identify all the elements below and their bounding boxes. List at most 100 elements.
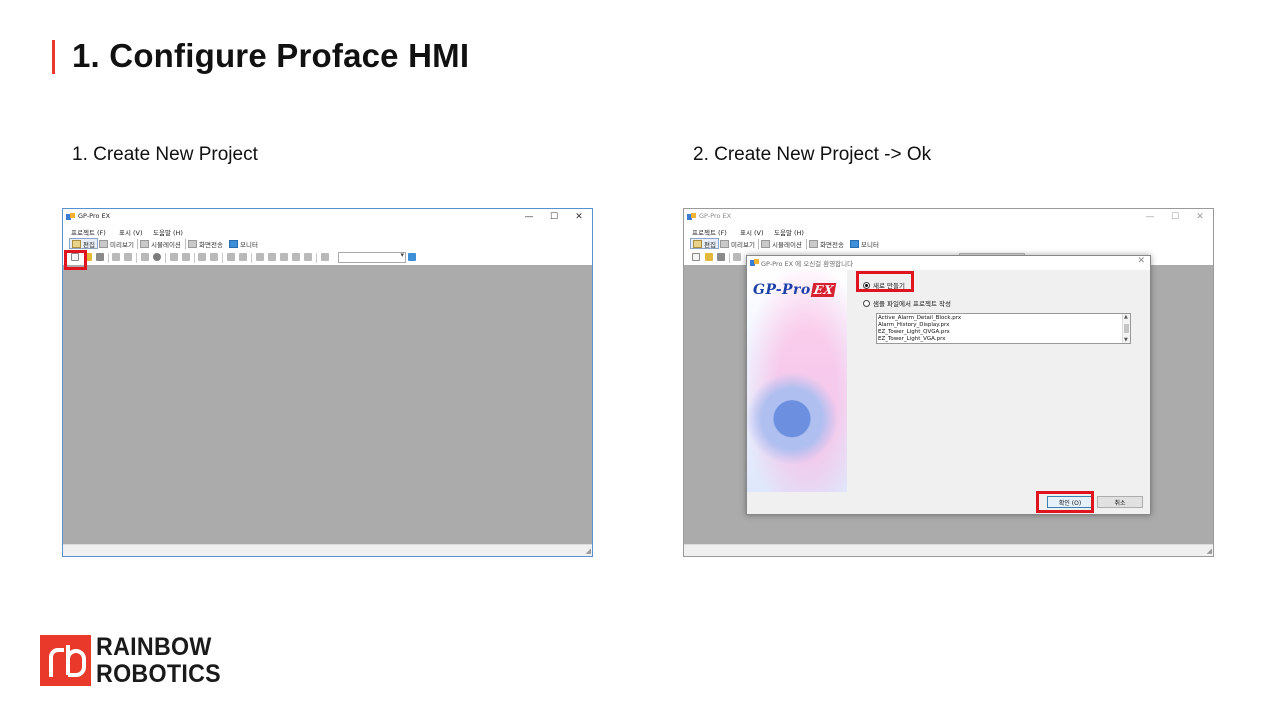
close-button[interactable]: ✕ <box>568 210 590 224</box>
redo-icon[interactable] <box>239 253 247 261</box>
screen-close-icon[interactable] <box>210 253 218 261</box>
toolbar-combo[interactable] <box>338 251 406 263</box>
list-item[interactable]: EZ_Tower_Light_VGA.prx <box>878 336 945 342</box>
toolbar-separator <box>165 253 166 263</box>
menu-view[interactable]: 표시 (V) <box>119 227 143 237</box>
mode-monitor-label: 모니터 <box>240 240 258 249</box>
monitor-icon <box>229 239 238 248</box>
highlight-new-option <box>856 271 914 292</box>
list-item[interactable]: Active_Alarm_Detail_Block.prx <box>878 315 961 321</box>
screen-open-icon[interactable] <box>198 253 206 261</box>
scroll-down-icon[interactable]: ▼ <box>1124 337 1128 343</box>
menu-help[interactable]: 도움말 (H) <box>153 227 183 237</box>
mode-simulation-button[interactable]: 시뮬레이션 <box>761 238 802 249</box>
window-title: GP-Pro EX <box>78 212 111 220</box>
mode-transfer-button[interactable]: 화면전송 <box>809 238 844 249</box>
check-icon[interactable] <box>321 253 329 261</box>
radio-unselected-icon[interactable] <box>863 299 870 307</box>
undo-icon[interactable] <box>227 253 235 261</box>
mode-edit-button[interactable]: 편집 <box>690 238 719 249</box>
menu-help[interactable]: 도움말 (H) <box>774 227 804 237</box>
find-icon[interactable] <box>141 253 149 261</box>
status-bar: ◢ <box>63 544 592 556</box>
transfer-icon <box>188 239 197 248</box>
list-scrollbar[interactable]: ▲ ▼ <box>1122 314 1130 343</box>
toolbar-separator <box>251 253 252 263</box>
mode-edit-button[interactable]: 편집 <box>69 238 98 249</box>
gp-pro-ex-logo: GP-Pro EX <box>753 282 837 298</box>
mode-transfer-button[interactable]: 화면전송 <box>188 238 223 249</box>
menu-project[interactable]: 프로젝트 (F) <box>71 227 106 237</box>
minimize-button[interactable]: — <box>518 210 540 224</box>
list-item[interactable]: EZ_Tower_Light_QVGA.prx <box>878 329 950 335</box>
print-preview-icon[interactable] <box>124 253 132 261</box>
edit-icon <box>72 239 81 248</box>
resize-grip-icon[interactable]: ◢ <box>1207 548 1212 555</box>
logo-text: GP-Pro <box>753 282 811 298</box>
save-icon[interactable] <box>96 253 104 261</box>
paste-icon[interactable] <box>280 253 288 261</box>
screen-list-icon[interactable] <box>170 253 178 261</box>
list-item[interactable]: Alarm_History_Display.prx <box>878 322 949 328</box>
toolbar <box>63 251 592 265</box>
step-1-caption: 1. Create New Project <box>72 144 258 165</box>
mode-simulation-button[interactable]: 시뮬레이션 <box>140 238 181 249</box>
title-accent-bar <box>52 40 55 74</box>
mode-bar: 편집 미리보기 시뮬레이션 화면전송 모니터 <box>63 237 592 251</box>
print-icon[interactable] <box>112 253 120 261</box>
dialog-banner-image: GP-Pro EX <box>747 270 847 492</box>
menu-view[interactable]: 표시 (V) <box>740 227 764 237</box>
preview-icon <box>720 239 729 248</box>
mode-monitor-label: 모니터 <box>861 240 879 249</box>
copy-icon[interactable] <box>268 253 276 261</box>
mode-separator <box>758 239 759 249</box>
scroll-thumb[interactable] <box>1124 324 1129 333</box>
toolbar-separator <box>222 253 223 263</box>
mode-monitor-button[interactable]: 모니터 <box>850 238 879 249</box>
cancel-button[interactable]: 취소 <box>1097 496 1143 508</box>
print-icon[interactable] <box>733 253 741 261</box>
settings-icon[interactable] <box>153 253 161 261</box>
open-folder-icon[interactable] <box>705 253 713 261</box>
mode-separator <box>185 239 186 249</box>
mode-preview-button[interactable]: 미리보기 <box>720 238 755 249</box>
menu-project[interactable]: 프로젝트 (F) <box>692 227 727 237</box>
option-from-sample[interactable]: 샘플 파일에서 프로젝트 작성 <box>863 298 951 308</box>
mode-separator <box>137 239 138 249</box>
sample-file-list[interactable]: Active_Alarm_Detail_Block.prx Alarm_Hist… <box>876 313 1131 344</box>
window-list-icon[interactable] <box>182 253 190 261</box>
resize-grip-icon[interactable]: ◢ <box>586 548 591 555</box>
menu-bar: 프로젝트 (F) 표시 (V) 도움말 (H) <box>63 225 592 237</box>
step-2-caption: 2. Create New Project -> Ok <box>693 144 932 165</box>
rb-logo-icon <box>49 645 86 677</box>
dialog-close-button[interactable]: ✕ <box>1137 256 1145 266</box>
brand-name-line1: RAINBOW <box>96 633 212 661</box>
simulation-icon <box>140 239 149 248</box>
maximize-button[interactable]: ☐ <box>1164 210 1186 224</box>
new-project-icon[interactable] <box>692 253 700 261</box>
cut-icon[interactable] <box>256 253 264 261</box>
brand-name-line2: ROBOTICS <box>96 660 221 688</box>
duplicate-icon[interactable] <box>292 253 300 261</box>
simulation-icon <box>761 239 770 248</box>
app-icon <box>66 213 75 220</box>
mode-monitor-button[interactable]: 모니터 <box>229 238 258 249</box>
device-icon[interactable] <box>408 253 416 261</box>
app-icon <box>687 213 696 220</box>
mode-transfer-label: 화면전송 <box>820 240 844 249</box>
minimize-button[interactable]: — <box>1139 210 1161 224</box>
mode-preview-label: 미리보기 <box>110 240 134 249</box>
toolbar-separator <box>729 253 730 263</box>
save-icon[interactable] <box>717 253 725 261</box>
workarea <box>63 265 592 544</box>
gp-pro-window-step2: GP-Pro EX — ☐ ✕ 프로젝트 (F) 표시 (V) 도움말 (H) … <box>683 208 1214 557</box>
preview-icon <box>99 239 108 248</box>
maximize-button[interactable]: ☐ <box>543 210 565 224</box>
mode-simulation-label: 시뮬레이션 <box>151 240 181 249</box>
delete-icon[interactable] <box>304 253 312 261</box>
mode-preview-button[interactable]: 미리보기 <box>99 238 134 249</box>
close-button[interactable]: ✕ <box>1189 210 1211 224</box>
toolbar-separator <box>316 253 317 263</box>
toolbar-separator <box>194 253 195 263</box>
scroll-up-icon[interactable]: ▲ <box>1124 314 1128 320</box>
